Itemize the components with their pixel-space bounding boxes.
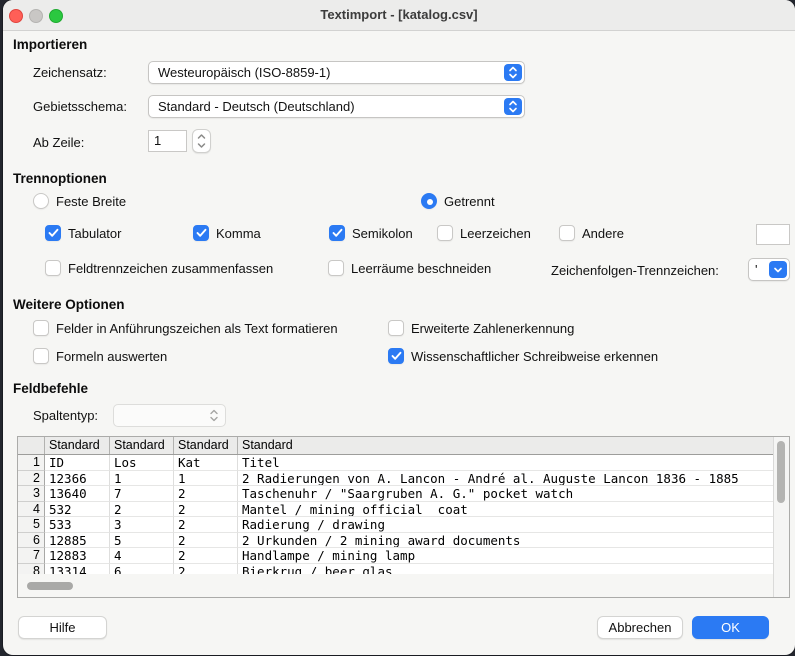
locale-label: Gebietsschema: [33, 99, 127, 114]
table-body: 1 ID Los Kat Titel 2 12366 1 1 2 Radieru… [18, 455, 789, 576]
titlebar: Textimport - [katalog.csv] [3, 0, 795, 31]
checkbox-icon [388, 320, 404, 336]
checkbox-checked-icon [193, 225, 209, 241]
column-header[interactable] [18, 437, 45, 454]
from-row-stepper[interactable] [192, 129, 211, 153]
string-delimiter-value: ' [755, 259, 757, 280]
radio-selected-icon [421, 193, 437, 209]
column-type-select [113, 404, 226, 427]
section-weitere-optionen-heading: Weitere Optionen [13, 297, 125, 312]
charset-label: Zeichensatz: [33, 65, 107, 80]
locale-select-value: Standard - Deutsch (Deutschland) [158, 96, 355, 117]
help-button[interactable]: Hilfe [18, 616, 107, 639]
checkbox-semikolon[interactable]: Semikolon [329, 225, 413, 241]
table-row[interactable]: 6 12885 5 2 2 Urkunden / 2 mining award … [18, 533, 789, 549]
desktop-background: Textimport - [katalog.csv] Importieren Z… [0, 0, 795, 656]
column-type-label: Spaltentyp: [33, 408, 98, 423]
table-row[interactable]: 5 533 3 2 Radierung / drawing [18, 517, 789, 533]
radio-feste-breite[interactable]: Feste Breite [33, 193, 126, 209]
up-down-chevrons-icon [504, 64, 522, 81]
checkbox-formeln-auswerten[interactable]: Formeln auswerten [33, 348, 167, 364]
checkbox-erweiterte-zahlenerkennung[interactable]: Erweiterte Zahlenerkennung [388, 320, 574, 336]
checkbox-komma[interactable]: Komma [193, 225, 261, 241]
section-importieren-heading: Importieren [13, 37, 87, 52]
checkbox-icon [45, 260, 61, 276]
section-trennoptionen-heading: Trennoptionen [13, 171, 107, 186]
section-feldbefehle-heading: Feldbefehle [13, 381, 88, 396]
up-down-chevrons-icon [196, 131, 207, 151]
string-delimiter-select[interactable]: ' [748, 258, 790, 281]
vertical-scrollbar[interactable] [773, 437, 789, 597]
checkbox-checked-icon [45, 225, 61, 241]
other-separator-input[interactable] [756, 224, 790, 245]
up-down-chevrons-icon [504, 98, 522, 115]
checkbox-icon [33, 320, 49, 336]
checkbox-tabulator[interactable]: Tabulator [45, 225, 121, 241]
column-header[interactable]: Standard [45, 437, 110, 454]
chevron-down-icon [769, 261, 787, 278]
table-header-row: Standard Standard Standard Standard [18, 437, 789, 455]
vertical-scrollbar-thumb[interactable] [777, 441, 785, 503]
checkbox-feldtrennzeichen-zusammenfassen[interactable]: Feldtrennzeichen zusammenfassen [45, 260, 273, 276]
checkbox-andere[interactable]: Andere [559, 225, 624, 241]
checkbox-wissenschaftliche-schreibweise[interactable]: Wissenschaftlicher Schreibweise erkennen [388, 348, 658, 364]
checkbox-icon [328, 260, 344, 276]
radio-getrennt[interactable]: Getrennt [421, 193, 495, 209]
table-row[interactable]: 7 12883 4 2 Handlampe / mining lamp [18, 548, 789, 564]
cancel-button[interactable]: Abbrechen [597, 616, 683, 639]
locale-select[interactable]: Standard - Deutsch (Deutschland) [148, 95, 525, 118]
ok-button[interactable]: OK [692, 616, 769, 639]
string-delimiter-label: Zeichenfolgen-Trennzeichen: [551, 263, 719, 278]
checkbox-icon [437, 225, 453, 241]
charset-select-value: Westeuropäisch (ISO-8859-1) [158, 62, 330, 83]
checkbox-icon [559, 225, 575, 241]
horizontal-scrollbar[interactable] [18, 574, 774, 597]
checkbox-checked-icon [329, 225, 345, 241]
table-row[interactable]: 2 12366 1 1 2 Radierungen von A. Lancon … [18, 471, 789, 487]
from-row-input[interactable]: 1 [148, 130, 187, 152]
horizontal-scrollbar-thumb[interactable] [27, 582, 73, 590]
window-title: Textimport - [katalog.csv] [3, 0, 795, 30]
checkbox-leerraeume-beschneiden[interactable]: Leerräume beschneiden [328, 260, 491, 276]
column-header[interactable]: Standard [174, 437, 238, 454]
from-row-label: Ab Zeile: [33, 135, 84, 150]
table-row[interactable]: 1 ID Los Kat Titel [18, 455, 789, 471]
table-row[interactable]: 3 13640 7 2 Taschenuhr / "Saargruben A. … [18, 486, 789, 502]
checkbox-checked-icon [388, 348, 404, 364]
up-down-chevrons-icon [209, 409, 219, 427]
textimport-dialog: Textimport - [katalog.csv] Importieren Z… [3, 0, 795, 655]
column-header[interactable]: Standard [238, 437, 789, 454]
checkbox-icon [33, 348, 49, 364]
column-header[interactable]: Standard [110, 437, 174, 454]
checkbox-leerzeichen[interactable]: Leerzeichen [437, 225, 531, 241]
preview-table: Standard Standard Standard Standard 1 ID… [17, 436, 790, 598]
checkbox-quoted-as-text[interactable]: Felder in Anführungszeichen als Text for… [33, 320, 338, 336]
table-row[interactable]: 4 532 2 2 Mantel / mining official coat [18, 502, 789, 518]
charset-select[interactable]: Westeuropäisch (ISO-8859-1) [148, 61, 525, 84]
radio-icon [33, 193, 49, 209]
